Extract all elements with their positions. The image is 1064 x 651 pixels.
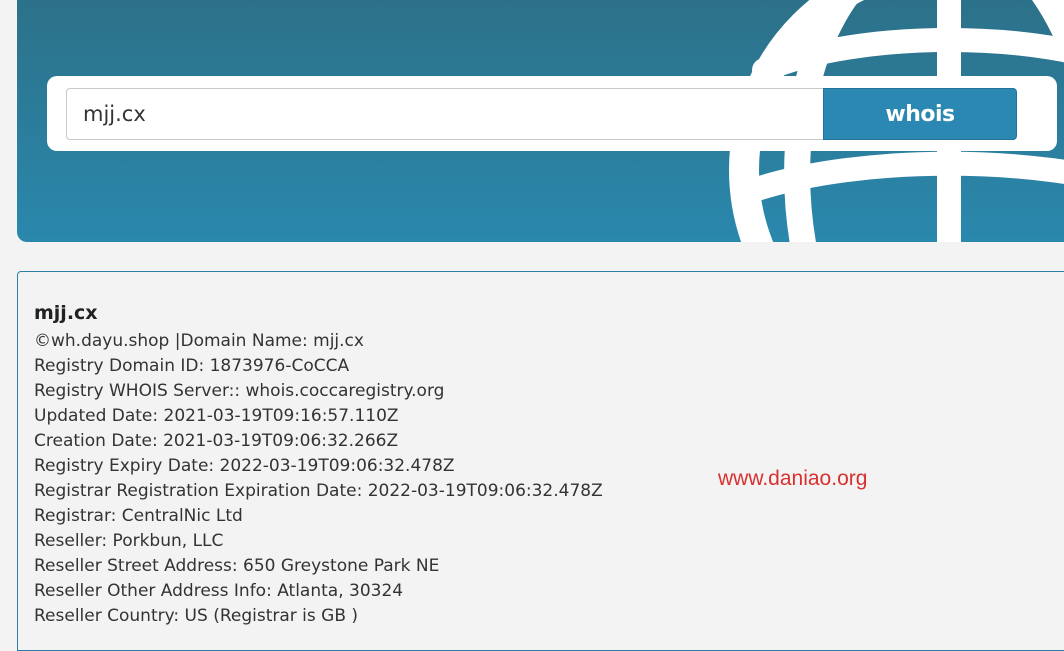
watermark-text: www.daniao.org <box>718 467 868 490</box>
whois-line: Updated Date: 2021-03-19T09:16:57.110Z <box>34 406 399 426</box>
whois-button[interactable]: whois <box>823 88 1017 140</box>
hero-banner: whois <box>17 0 1064 242</box>
whois-line: ©wh.dayu.shop |Domain Name: mjj.cx <box>34 331 364 351</box>
whois-line: Reseller Street Address: 650 Greystone P… <box>34 556 440 576</box>
whois-line: Registrar Registration Expiration Date: … <box>34 481 603 501</box>
search-card: whois <box>47 76 1057 151</box>
whois-line: Reseller Other Address Info: Atlanta, 30… <box>34 581 404 601</box>
whois-line: Registry Domain ID: 1873976-CoCCA <box>34 356 350 376</box>
whois-line: Reseller: Porkbun, LLC <box>34 531 224 551</box>
whois-line: Reseller Country: US (Registrar is GB ) <box>34 606 359 626</box>
whois-line: Creation Date: 2021-03-19T09:06:32.266Z <box>34 431 399 451</box>
result-title: mjj.cx <box>34 302 98 324</box>
whois-line: Registrar: CentralNic Ltd <box>34 506 243 526</box>
domain-search-input[interactable] <box>66 88 823 140</box>
whois-line: Registry WHOIS Server:: whois.coccaregis… <box>34 381 445 401</box>
whois-record-list: ©wh.dayu.shop |Domain Name: mjj.cx Regis… <box>34 329 603 629</box>
whois-result-panel: mjj.cx ©wh.dayu.shop |Domain Name: mjj.c… <box>17 271 1064 651</box>
whois-line: Registry Expiry Date: 2022-03-19T09:06:3… <box>34 456 455 476</box>
